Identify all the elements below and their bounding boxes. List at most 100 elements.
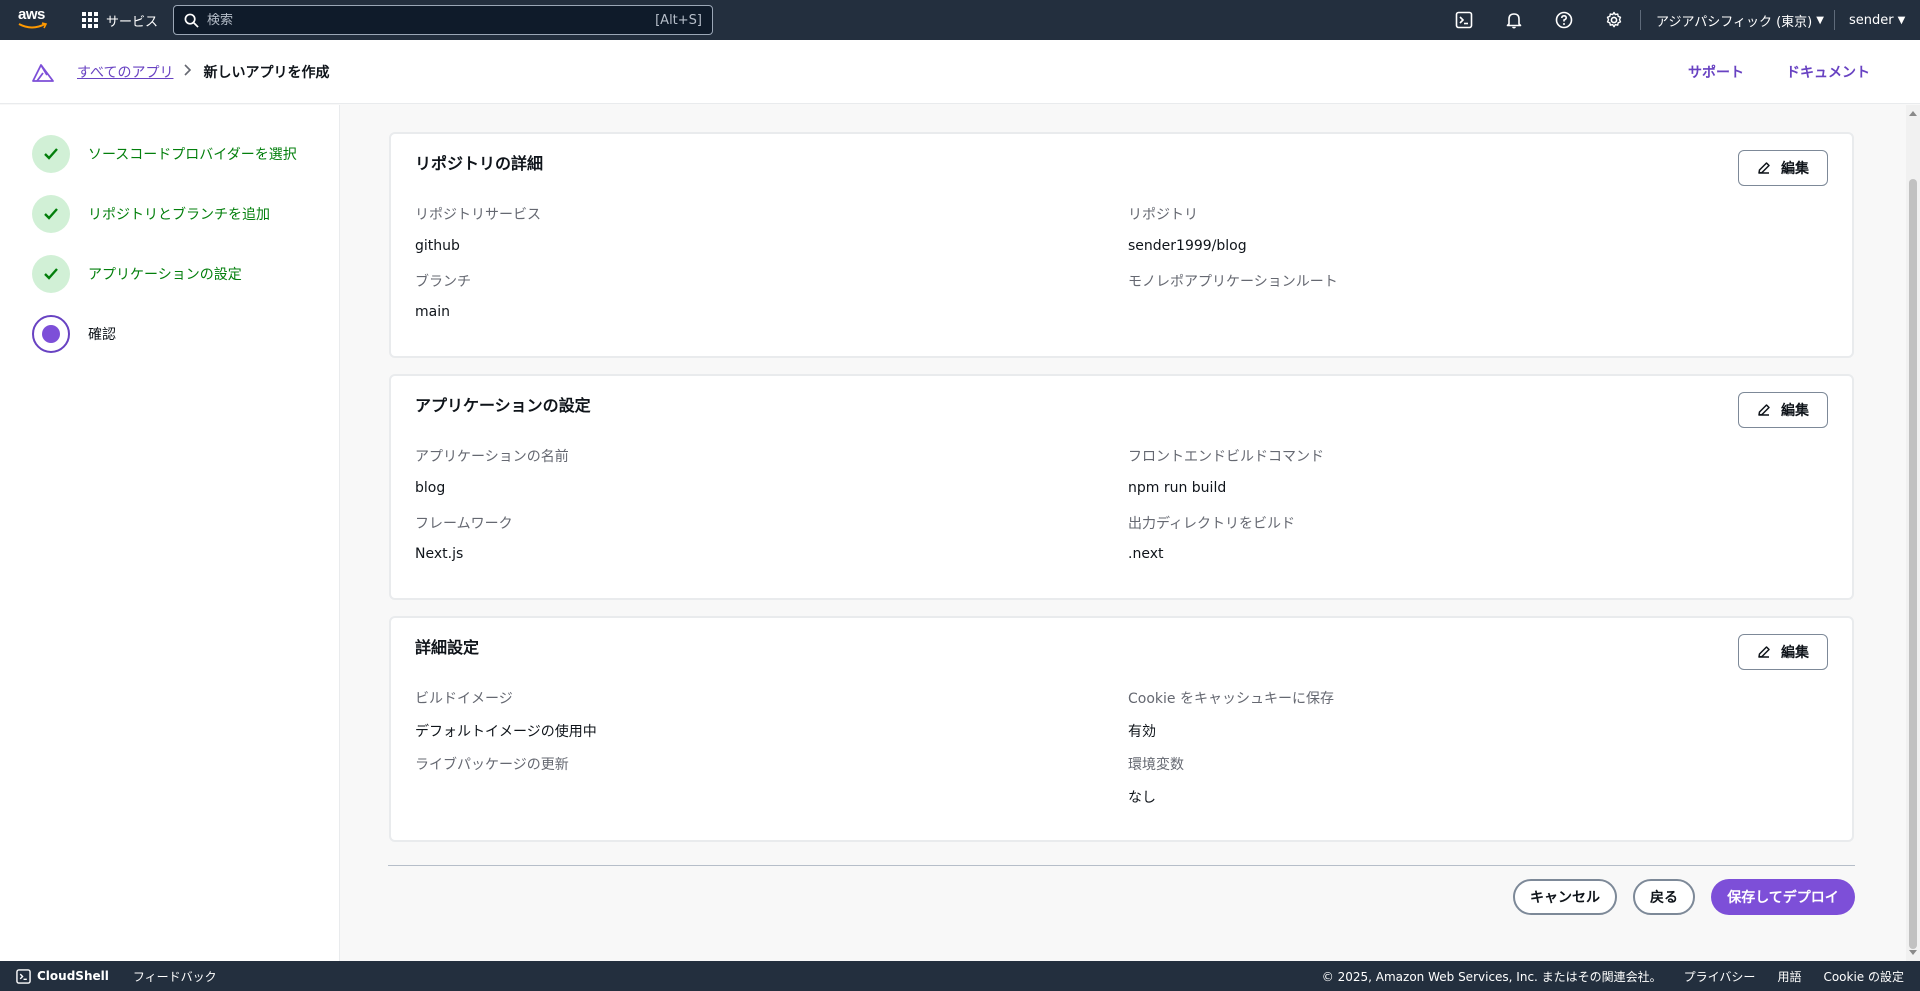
breadcrumb-all-apps-link[interactable]: すべてのアプリ (77, 62, 173, 82)
step-label: ソースコードプロバイダーを選択 (88, 147, 297, 163)
bell-icon (1506, 13, 1522, 29)
cloudshell-footer-button[interactable]: CloudShell (16, 968, 109, 984)
scroll-down-arrow-icon[interactable] (1909, 950, 1917, 955)
region-selector[interactable]: アジアパシフィック (東京) ▼ (1656, 0, 1824, 40)
page-scrollbar[interactable] (1906, 105, 1920, 961)
environment-variables-label: 環境変数 (1128, 757, 1184, 773)
card-title: 詳細設定 (415, 638, 480, 657)
step-complete-indicator (32, 255, 70, 293)
aws-logo[interactable]: aws (18, 7, 50, 33)
user-label: sender (1849, 12, 1894, 28)
output-directory-value: .next (1128, 546, 1164, 562)
app-name-value: blog (415, 480, 446, 496)
step-current-indicator (32, 315, 70, 353)
card-title: リポジトリの詳細 (415, 154, 544, 173)
repo-service-label: リポジトリサービス (415, 207, 541, 223)
copyright-text: © 2025, Amazon Web Services, Inc. またはその関… (1321, 969, 1662, 984)
help-icon (1555, 11, 1573, 29)
region-label: アジアパシフィック (東京) (1656, 14, 1813, 30)
search-shortcut-hint: [Alt+S] (655, 12, 702, 28)
application-settings-card: アプリケーションの設定 編集 アプリケーションの名前 blog フレームワーク … (389, 374, 1854, 600)
save-and-deploy-button[interactable]: 保存してデプロイ (1711, 879, 1855, 915)
breadcrumb-current: 新しいアプリを作成 (203, 65, 330, 81)
pencil-icon (1758, 404, 1770, 416)
edit-repository-button[interactable]: 編集 (1738, 150, 1828, 186)
repository-value: sender1999/blog (1128, 238, 1247, 254)
build-command-label: フロントエンドビルドコマンド (1128, 449, 1324, 465)
cookie-cache-key-label: Cookie をキャッシュキーに保存 (1128, 691, 1334, 707)
edit-label: 編集 (1781, 403, 1809, 419)
cookie-settings-link[interactable]: Cookie の設定 (1823, 968, 1904, 985)
build-image-value: デフォルトイメージの使用中 (415, 724, 597, 740)
nav-divider (1834, 10, 1835, 30)
framework-label: フレームワーク (415, 516, 513, 532)
edit-app-settings-button[interactable]: 編集 (1738, 392, 1828, 428)
repository-label: リポジトリ (1128, 207, 1198, 223)
top-navigation: aws サービス [Alt+S] (0, 0, 1920, 40)
help-button[interactable] (1553, 9, 1575, 31)
caret-down-icon: ▼ (1897, 14, 1906, 26)
apps-grid-icon (82, 12, 98, 28)
actions-divider (388, 865, 1855, 866)
build-image-label: ビルドイメージ (415, 691, 513, 707)
cookie-cache-key-value: 有効 (1128, 724, 1156, 740)
wizard-step-1[interactable]: ソースコードプロバイダーを選択 (32, 135, 297, 173)
scroll-up-arrow-icon[interactable] (1909, 111, 1917, 116)
scrollbar-thumb[interactable] (1909, 179, 1917, 949)
environment-variables-value: なし (1128, 790, 1156, 806)
live-package-updates-label: ライブパッケージの更新 (415, 757, 569, 773)
checkmark-icon (44, 268, 58, 280)
output-directory-label: 出力ディレクトリをビルド (1128, 516, 1296, 532)
amplify-logo[interactable] (31, 62, 55, 86)
cloudshell-icon (1455, 11, 1473, 29)
search-box[interactable]: [Alt+S] (173, 5, 713, 35)
services-label: サービス (106, 14, 159, 30)
terms-link[interactable]: 用語 (1777, 968, 1801, 985)
step-complete-indicator (32, 195, 70, 233)
edit-label: 編集 (1781, 161, 1809, 177)
cancel-button[interactable]: キャンセル (1513, 879, 1617, 915)
aws-smile-icon (18, 22, 48, 29)
services-menu[interactable]: サービス (82, 0, 158, 40)
amplify-logo-icon (32, 64, 54, 82)
header-links: サポート ドキュメント (1688, 40, 1870, 104)
gear-icon (1606, 11, 1622, 28)
step-label: アプリケーションの設定 (88, 267, 242, 283)
edit-advanced-settings-button[interactable]: 編集 (1738, 634, 1828, 670)
search-icon (184, 13, 199, 28)
privacy-link[interactable]: プライバシー (1684, 968, 1756, 985)
breadcrumb: すべてのアプリ 新しいアプリを作成 (77, 40, 329, 104)
cloudshell-icon (16, 968, 31, 984)
settings-button[interactable] (1603, 9, 1625, 31)
caret-down-icon: ▼ (1816, 14, 1824, 26)
monorepo-root-label: モノレポアプリケーションルート (1128, 274, 1338, 290)
back-button[interactable]: 戻る (1633, 879, 1695, 915)
checkmark-icon (44, 208, 58, 220)
search-input[interactable] (207, 12, 648, 28)
wizard-steps-sidebar: ソースコードプロバイダーを選択 リポジトリとブランチを追加 アプリケーションの設… (0, 105, 340, 961)
aws-logo-text: aws (18, 6, 45, 23)
card-title: アプリケーションの設定 (415, 396, 591, 415)
user-menu[interactable]: sender ▼ (1849, 0, 1905, 40)
notifications-button[interactable] (1503, 9, 1525, 31)
app-name-label: アプリケーションの名前 (415, 449, 569, 465)
documentation-link[interactable]: ドキュメント (1786, 62, 1870, 82)
repository-details-card: リポジトリの詳細 編集 リポジトリサービス github ブランチ main リ… (389, 132, 1854, 358)
current-dot-icon (42, 325, 60, 343)
step-complete-indicator (32, 135, 70, 173)
advanced-settings-card: 詳細設定 編集 ビルドイメージ デフォルトイメージの使用中 ライブパッケージの更… (389, 616, 1854, 842)
cloudshell-button[interactable] (1453, 9, 1475, 31)
chevron-right-icon (183, 64, 193, 80)
step-label: 確認 (88, 327, 116, 343)
support-link[interactable]: サポート (1688, 62, 1744, 82)
nav-divider (1640, 10, 1641, 30)
pencil-icon (1758, 162, 1770, 174)
app-header: すべてのアプリ 新しいアプリを作成 サポート ドキュメント (0, 40, 1920, 104)
step-label: リポジトリとブランチを追加 (88, 207, 270, 223)
checkmark-icon (44, 148, 58, 160)
wizard-step-2[interactable]: リポジトリとブランチを追加 (32, 195, 270, 233)
repo-service-value: github (415, 238, 460, 254)
wizard-step-3[interactable]: アプリケーションの設定 (32, 255, 242, 293)
wizard-step-4: 確認 (32, 315, 116, 353)
feedback-link[interactable]: フィードバック (133, 968, 217, 985)
